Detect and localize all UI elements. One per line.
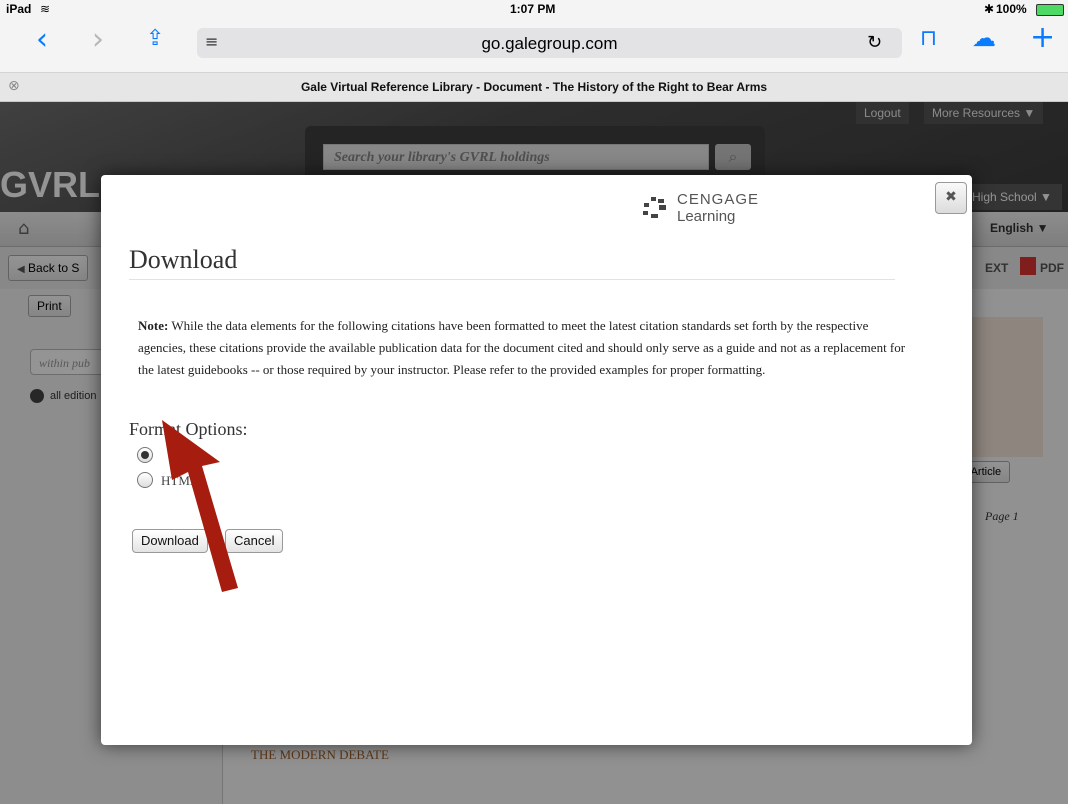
url-text: go.galegroup.com bbox=[481, 34, 618, 53]
annotation-arrow-icon bbox=[162, 420, 238, 592]
cloud-tabs-icon[interactable]: ☁ bbox=[972, 24, 996, 52]
brand-bottom: Learning bbox=[677, 208, 736, 225]
note-label: Note: bbox=[138, 318, 169, 333]
tab-title: Gale Virtual Reference Library - Documen… bbox=[300, 80, 768, 94]
tab-bar: ⊗ Gale Virtual Reference Library - Docum… bbox=[0, 73, 1068, 102]
brand-top: CENGAGE bbox=[677, 191, 760, 208]
battery-percent: 100% bbox=[996, 2, 1027, 16]
citation-note: Note: While the data elements for the fo… bbox=[138, 315, 918, 381]
wifi-icon: ≋ bbox=[40, 2, 51, 16]
battery-icon bbox=[1036, 4, 1064, 16]
dialog-title: Download bbox=[129, 245, 238, 274]
close-icon[interactable]: ✖ bbox=[935, 182, 967, 214]
status-bar: iPad ≋ 1:07 PM ✱ 100% bbox=[0, 0, 1068, 18]
back-icon[interactable]: ‹ bbox=[36, 22, 48, 57]
forward-icon[interactable]: › bbox=[92, 22, 104, 57]
bookmarks-icon[interactable]: ⊓ bbox=[920, 26, 937, 51]
reload-icon[interactable]: ↻ bbox=[867, 32, 882, 53]
note-text: While the data elements for the followin… bbox=[138, 318, 906, 377]
clock: 1:07 PM bbox=[510, 2, 556, 16]
address-bar[interactable]: ≡ go.galegroup.com ↻ bbox=[197, 28, 902, 58]
cengage-mark-icon bbox=[643, 197, 666, 218]
bluetooth-icon: ✱ bbox=[984, 2, 995, 16]
share-icon[interactable]: ⇪ bbox=[146, 26, 164, 51]
device-label: iPad bbox=[6, 2, 32, 16]
new-tab-icon[interactable]: + bbox=[1030, 20, 1055, 55]
browser-toolbar: ‹ › ⇪ ≡ go.galegroup.com ↻ ⊓ ☁ + bbox=[0, 18, 1068, 73]
divider bbox=[129, 279, 895, 280]
